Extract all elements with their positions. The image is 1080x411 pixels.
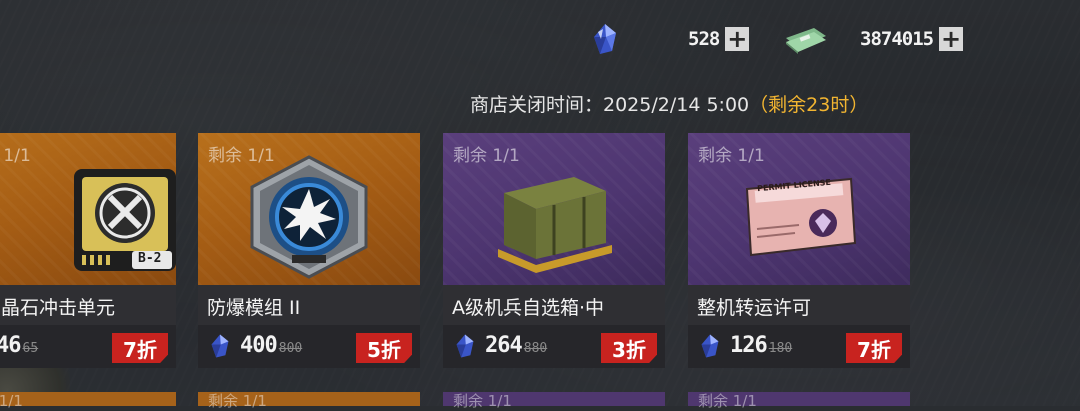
gem-amount: 528 [688, 28, 720, 50]
item-art: 剩余 1/1 B-2 [0, 133, 176, 285]
original-price: 800 [278, 341, 303, 356]
shop-item-card-partial[interactable]: 剩余 1/1 [443, 392, 665, 410]
cash-stack-icon [784, 24, 828, 54]
current-price: 46 [0, 333, 21, 358]
remaining-time: （剩余23时） [749, 94, 869, 116]
blue-crystal-icon [210, 333, 230, 359]
shop-item-card[interactable]: 剩余 1/1 A级机兵自选箱·中 264 880 3折 [443, 133, 665, 368]
shop-item-card[interactable]: 剩余 1/1 B-2 稀有晶石冲击单元 46 65 7折 [0, 133, 176, 368]
item-art: 剩余 1/1 [443, 133, 665, 285]
shop-item-card[interactable]: 剩余 1/1 防爆模组 II 400 800 5折 [198, 133, 420, 368]
stock-remaining: 剩余 1/1 [698, 146, 765, 166]
item-art: 剩余 1/1 PERMIT LICENSE [688, 133, 910, 285]
chip-label: B-2 [138, 251, 162, 266]
blue-crystal-icon [455, 333, 475, 359]
original-price: 180 [768, 341, 793, 356]
military-crate-icon [494, 163, 614, 277]
original-price: 65 [22, 341, 39, 356]
shop-item-card-partial[interactable]: 剩余 1/1 [198, 392, 420, 410]
stock-remaining: 剩余 1/1 [208, 146, 275, 166]
item-name: 稀有晶石冲击单元 [0, 297, 116, 319]
gem-currency: 528 + [592, 22, 750, 56]
transfer-permit-icon: PERMIT LICENSE [739, 173, 859, 267]
current-price: 126 [730, 333, 768, 358]
circuit-chip-icon: B-2 [70, 165, 176, 279]
close-time-label: 商店关闭时间：2025/2/14 5:00 [470, 94, 750, 116]
item-name: 防爆模组 II [207, 297, 301, 319]
stock-remaining: 剩余 1/1 [208, 392, 267, 410]
discount-badge: 5折 [356, 333, 412, 363]
blast-badge-icon [244, 155, 374, 284]
add-gems-button[interactable]: + [725, 27, 750, 51]
stock-remaining: 剩余 1/1 [0, 146, 31, 166]
item-art: 剩余 1/1 [198, 133, 420, 285]
discount-badge: 7折 [846, 333, 902, 363]
money-amount: 3874015 [860, 28, 934, 50]
shop-item-card[interactable]: 剩余 1/1 PERMIT LICENSE 整机转运许可 126 180 7折 [688, 133, 910, 368]
current-price: 264 [485, 333, 523, 358]
discount-badge: 3折 [601, 333, 657, 363]
discount-badge: 7折 [112, 333, 168, 363]
shop-item-card-partial[interactable]: 剩余 1/1 [0, 392, 176, 410]
stock-remaining: 剩余 1/1 [698, 392, 757, 410]
shop-close-time: 商店关闭时间：2025/2/14 5:00（剩余23时） [470, 90, 868, 117]
stock-remaining: 剩余 1/1 [453, 146, 520, 166]
blue-crystal-icon [592, 23, 618, 55]
stock-remaining: 剩余 1/1 [453, 392, 512, 410]
item-name: A级机兵自选箱·中 [452, 297, 605, 319]
current-price: 400 [240, 333, 278, 358]
stock-remaining: 剩余 1/1 [0, 392, 23, 410]
original-price: 880 [523, 341, 548, 356]
money-currency: 3874015 + [784, 22, 964, 56]
shop-item-card-partial[interactable]: 剩余 1/1 [688, 392, 910, 410]
blue-crystal-icon [700, 333, 720, 359]
add-money-button[interactable]: + [939, 27, 964, 51]
item-name: 整机转运许可 [697, 297, 812, 319]
